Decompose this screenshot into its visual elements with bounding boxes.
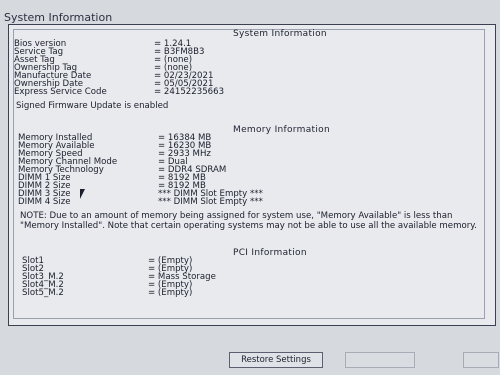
system-info-panel	[8, 24, 496, 326]
exit-button[interactable]	[463, 352, 499, 368]
memory-row-key: DIMM 4 Size	[18, 197, 71, 207]
pci-section-title: PCI Information	[233, 248, 307, 258]
signed-firmware-message: Signed Firmware Update is enabled	[16, 101, 169, 111]
apply-button[interactable]	[345, 352, 415, 368]
pci-row-value: = (Empty)	[148, 288, 193, 298]
system-row-key: Express Service Code	[14, 87, 107, 97]
system-section-title: System Information	[233, 29, 327, 39]
window-title: System Information	[4, 11, 113, 24]
restore-settings-button[interactable]: Restore Settings	[229, 352, 323, 368]
system-row-value: = 24152235663	[154, 87, 225, 97]
memory-row-value: *** DIMM Slot Empty ***	[158, 197, 263, 207]
bios-screen: System Information System Information Bi…	[0, 0, 500, 375]
mouse-pointer-icon	[80, 189, 88, 199]
memory-note: NOTE: Due to an amount of memory being a…	[20, 211, 477, 231]
memory-section-title: Memory Information	[233, 125, 330, 135]
pci-row-key: Slot5_M.2	[22, 288, 64, 298]
